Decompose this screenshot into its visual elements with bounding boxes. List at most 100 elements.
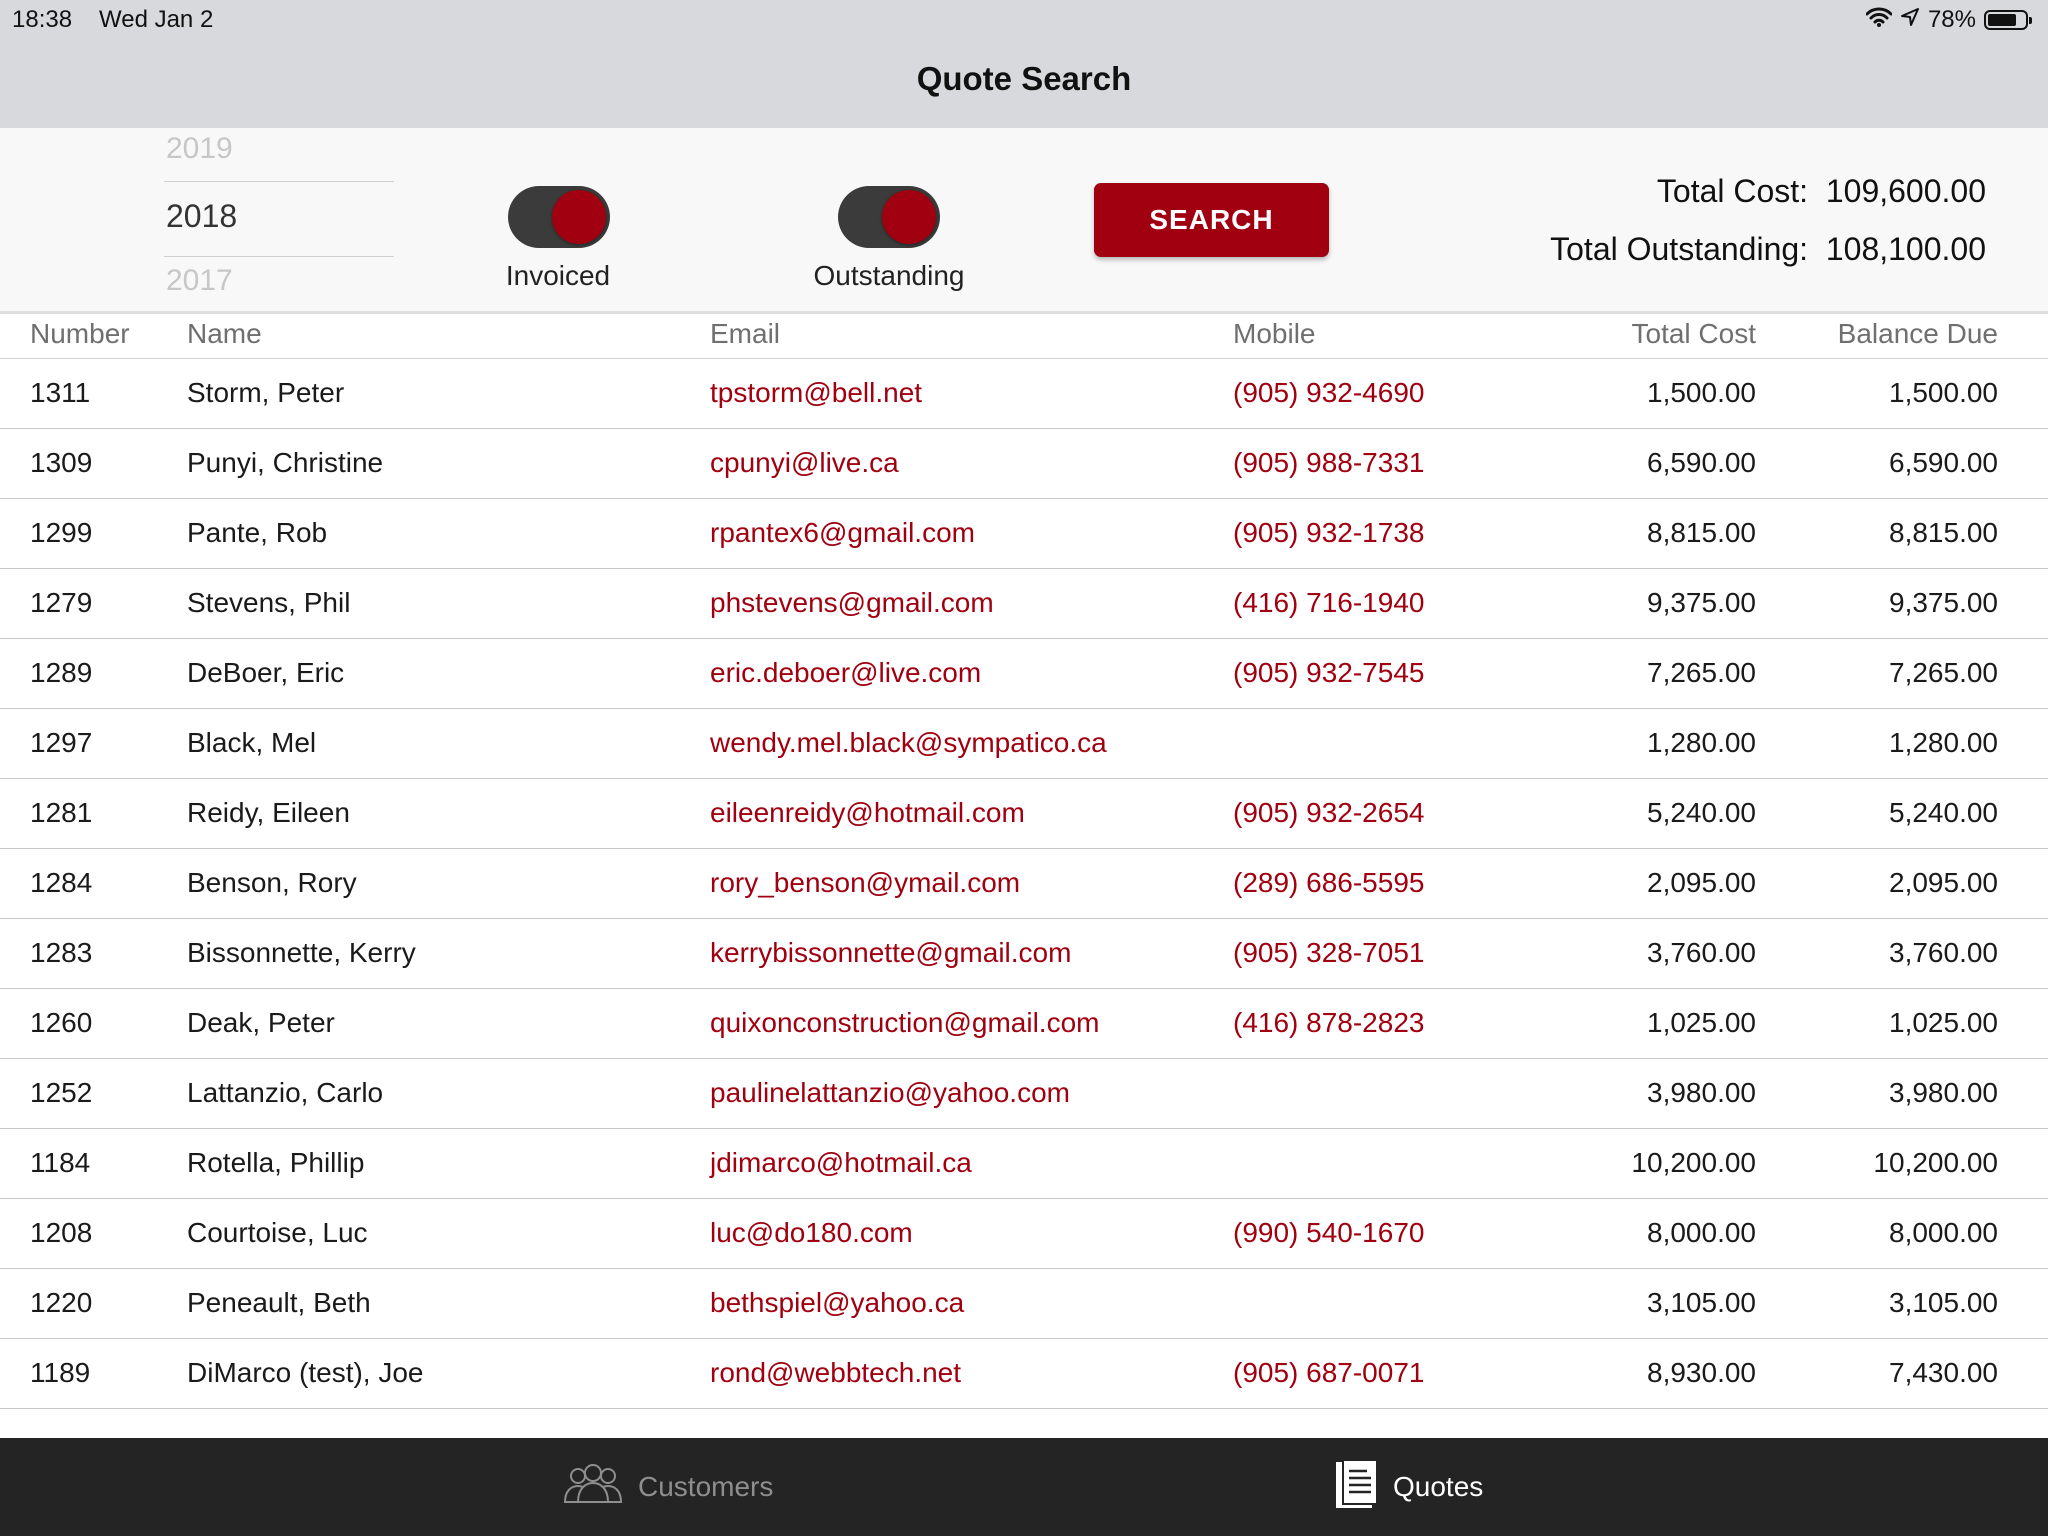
table-row[interactable]: 1252 Lattanzio, Carlo paulinelattanzio@yah…	[0, 1059, 2048, 1129]
balance-due-value: 7,265.00	[1889, 657, 1998, 688]
phone-link[interactable]: (905) 687-0071	[1233, 1357, 1424, 1389]
year-picker[interactable]: 2019 2018 2017	[164, 128, 394, 298]
total-cost-line: Total Cost: 109,600.00	[1550, 162, 1986, 220]
search-button[interactable]: SEARCH	[1094, 183, 1329, 257]
year-picker-prev[interactable]: 2019	[166, 132, 233, 166]
table-row[interactable]: 1279 Stevens, Phil phstevens@gmail.com (416…	[0, 569, 2048, 639]
email-link[interactable]: eileenreidy@hotmail.com	[710, 797, 1025, 829]
email-link[interactable]: quixonconstruction@gmail.com	[710, 1007, 1099, 1039]
quote-number: 1220	[30, 1287, 93, 1318]
customer-name: DiMarco (test), Joe	[187, 1357, 424, 1388]
phone-link[interactable]: (905) 988-7331	[1233, 447, 1424, 479]
invoiced-label: Invoiced	[505, 260, 611, 291]
balance-due-value: 8,815.00	[1889, 517, 1998, 548]
table-row[interactable]: 1283 Bissonnette, Kerry kerrybissonnette@g…	[0, 919, 2048, 989]
email-link[interactable]: phstevens@gmail.com	[710, 587, 994, 619]
balance-due-value: 1,500.00	[1889, 377, 1998, 408]
customers-icon	[562, 1463, 624, 1511]
quotes-icon	[1335, 1458, 1379, 1516]
total-cost-value: 2,095.00	[1647, 867, 1756, 898]
table-row[interactable]: 1184 Rotella, Phillip jdimarco@hotmail.ca 1…	[0, 1129, 2048, 1199]
email-link[interactable]: eric.deboer@live.com	[710, 657, 981, 689]
phone-link[interactable]: (289) 686-5595	[1233, 867, 1424, 899]
phone-link[interactable]: (905) 932-7545	[1233, 657, 1424, 689]
email-link[interactable]: rory_benson@ymail.com	[710, 867, 1020, 899]
table-row[interactable]: 1309 Punyi, Christine cpunyi@live.ca (905) …	[0, 429, 2048, 499]
table-row[interactable]: 1299 Pante, Rob rpantex6@gmail.com (905) 93…	[0, 499, 2048, 569]
header-total-cost: Total Cost	[1631, 318, 1757, 349]
email-link[interactable]: rpantex6@gmail.com	[710, 517, 975, 549]
quote-number: 1284	[30, 867, 93, 898]
table-row[interactable]: 1189 DiMarco (test), Joe rond@webbtech.net…	[0, 1339, 2048, 1409]
outstanding-toggle[interactable]	[838, 186, 940, 248]
picker-divider	[164, 256, 394, 257]
balance-due-value: 10,200.00	[1873, 1147, 1998, 1178]
location-arrow-icon	[1900, 6, 1920, 34]
tab-quotes[interactable]: Quotes	[1335, 1458, 1484, 1512]
quote-number: 1279	[30, 587, 93, 618]
toggle-knob	[552, 190, 606, 244]
email-link[interactable]: cpunyi@live.ca	[710, 447, 899, 479]
table-row[interactable]: 1311 Storm, Peter tpstorm@bell.net (905) 93…	[0, 359, 2048, 429]
year-picker-next[interactable]: 2017	[166, 264, 233, 298]
balance-due-value: 2,095.00	[1889, 867, 1998, 898]
battery-icon	[1984, 10, 2032, 30]
quote-number: 1299	[30, 517, 93, 548]
balance-due-value: 9,375.00	[1889, 587, 1998, 618]
table-row[interactable]: 1281 Reidy, Eileen eileenreidy@hotmail.com…	[0, 779, 2048, 849]
year-picker-selected[interactable]: 2018	[166, 198, 237, 235]
phone-link[interactable]: (905) 932-1738	[1233, 517, 1424, 549]
tab-quotes-label: Quotes	[1393, 1471, 1484, 1502]
balance-due-value: 3,980.00	[1889, 1077, 1998, 1108]
email-link[interactable]: tpstorm@bell.net	[710, 377, 922, 409]
total-outstanding-value: 108,100.00	[1825, 231, 1986, 267]
quote-number: 1252	[30, 1077, 93, 1108]
customer-name: Benson, Rory	[187, 867, 357, 898]
quote-number: 1189	[30, 1357, 91, 1388]
navigation-bar: 18:38 Wed Jan 2 78% Quote Search	[0, 0, 2048, 128]
email-link[interactable]: bethspiel@yahoo.ca	[710, 1287, 964, 1319]
table-row[interactable]: 1284 Benson, Rory rory_benson@ymail.com (28…	[0, 849, 2048, 919]
quote-number: 1309	[30, 447, 93, 478]
table-row[interactable]: 1260 Deak, Peter quixonconstruction@gmail.…	[0, 989, 2048, 1059]
total-cost-value: 8,930.00	[1647, 1357, 1756, 1388]
total-cost-value: 1,280.00	[1647, 727, 1756, 758]
email-link[interactable]: jdimarco@hotmail.ca	[710, 1147, 972, 1179]
customer-name: DeBoer, Eric	[187, 657, 345, 688]
customer-name: Bissonnette, Kerry	[187, 937, 416, 968]
customer-name: Storm, Peter	[187, 377, 345, 408]
quote-number: 1283	[30, 937, 93, 968]
phone-link[interactable]: (905) 932-2654	[1233, 797, 1424, 829]
tab-customers-label: Customers	[638, 1471, 774, 1502]
balance-due-value: 7,430.00	[1889, 1357, 1998, 1388]
phone-link[interactable]: (416) 878-2823	[1233, 1007, 1424, 1039]
header-name: Name	[187, 318, 262, 349]
table-header: Number Name Email Mobile Total Cost Bala…	[0, 314, 2048, 359]
total-cost-label: Total Cost:	[1656, 173, 1809, 209]
tab-customers[interactable]: Customers	[562, 1462, 773, 1512]
phone-link[interactable]: (416) 716-1940	[1233, 587, 1424, 619]
customer-name: Deak, Peter	[187, 1007, 335, 1038]
outstanding-label: Outstanding	[813, 260, 965, 291]
quote-number: 1260	[30, 1007, 93, 1038]
header-email: Email	[710, 318, 781, 349]
email-link[interactable]: paulinelattanzio@yahoo.com	[710, 1077, 1070, 1109]
status-date: Wed Jan 2	[99, 6, 214, 33]
phone-link[interactable]: (905) 328-7051	[1233, 937, 1424, 969]
table-row[interactable]: 1289 DeBoer, Eric eric.deboer@live.com (905…	[0, 639, 2048, 709]
quotes-table: 1311 Storm, Peter tpstorm@bell.net (905) 93…	[0, 359, 2048, 1409]
email-link[interactable]: rond@webbtech.net	[710, 1357, 961, 1389]
table-row[interactable]: 1297 Black, Mel wendy.mel.black@sympatico.…	[0, 709, 2048, 779]
email-link[interactable]: wendy.mel.black@sympatico.ca	[710, 727, 1107, 759]
email-link[interactable]: kerrybissonnette@gmail.com	[710, 937, 1071, 969]
customer-name: Rotella, Phillip	[187, 1147, 365, 1178]
phone-link[interactable]: (990) 540-1670	[1233, 1217, 1424, 1249]
table-row[interactable]: 1220 Peneault, Beth bethspiel@yahoo.ca 3,10…	[0, 1269, 2048, 1339]
quote-number: 1281	[30, 797, 93, 828]
email-link[interactable]: luc@do180.com	[710, 1217, 913, 1249]
table-row[interactable]: 1208 Courtoise, Luc luc@do180.com (990) 540…	[0, 1199, 2048, 1269]
picker-divider	[164, 181, 394, 182]
balance-due-value: 1,280.00	[1889, 727, 1998, 758]
phone-link[interactable]: (905) 932-4690	[1233, 377, 1424, 409]
invoiced-toggle[interactable]	[508, 186, 610, 248]
